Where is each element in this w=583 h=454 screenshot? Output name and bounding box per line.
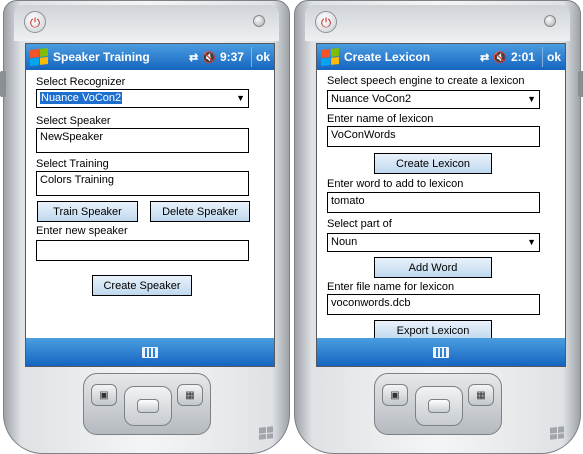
- hardware-nav-pad: ▣ ▦: [374, 373, 502, 435]
- grid-key-icon[interactable]: ▦: [177, 384, 203, 406]
- screen: Create Lexicon ⇄ 🔇 2:01 ok Select speech…: [316, 43, 566, 367]
- chevron-down-icon: ▼: [527, 237, 536, 247]
- file-name-label: Enter file name for lexicon: [327, 281, 455, 293]
- create-lexicon-button[interactable]: Create Lexicon: [374, 153, 492, 174]
- speaker-listbox[interactable]: NewSpeaker: [36, 128, 249, 153]
- keyboard-icon[interactable]: [433, 346, 449, 358]
- dpad[interactable]: [415, 386, 463, 426]
- dpad-center-button[interactable]: [137, 399, 159, 413]
- top-bezel: ⏻: [14, 5, 279, 41]
- engine-label: Select speech engine to create a lexicon: [327, 75, 525, 87]
- engine-dropdown[interactable]: Nuance VoCon2 ▼: [327, 90, 540, 109]
- clock[interactable]: 2:01: [511, 50, 535, 64]
- chevron-down-icon: ▼: [527, 94, 536, 104]
- engine-value: Nuance VoCon2: [331, 93, 412, 105]
- ok-button[interactable]: ok: [541, 47, 565, 67]
- recognizer-value: Nuance VoCon2: [40, 92, 123, 104]
- part-value: Noun: [331, 236, 358, 248]
- screen: Speaker Training ⇄ 🔇 9:37 ok Select Reco…: [25, 43, 275, 367]
- clock[interactable]: 9:37: [220, 50, 244, 64]
- start-menu-icon[interactable]: [30, 48, 48, 66]
- volume-icon[interactable]: 🔇: [493, 51, 507, 64]
- recognizer-label: Select Recognizer: [36, 76, 126, 88]
- device-speaker-training: ⏻ Speaker Training ⇄ 🔇 9:37 ok Select Re…: [0, 0, 290, 454]
- phone-key-icon[interactable]: ▣: [91, 384, 117, 406]
- start-menu-icon[interactable]: [321, 48, 339, 66]
- soft-key-bar: [317, 338, 565, 366]
- speaker-label: Select Speaker: [36, 115, 111, 127]
- status-icons: ⇄ 🔇 9:37: [189, 50, 244, 64]
- file-name-input[interactable]: voconwords.dcb: [327, 294, 540, 315]
- power-icon[interactable]: ⏻: [315, 11, 337, 33]
- recognizer-dropdown[interactable]: Nuance VoCon2 ▼: [36, 89, 249, 108]
- phone-key-icon[interactable]: ▣: [382, 384, 408, 406]
- volume-icon[interactable]: 🔇: [202, 51, 216, 64]
- train-speaker-button[interactable]: Train Speaker: [37, 201, 138, 222]
- add-word-button[interactable]: Add Word: [374, 257, 492, 278]
- part-label: Select part of: [327, 218, 392, 230]
- title-bar: Speaker Training ⇄ 🔇 9:37 ok: [26, 44, 274, 70]
- chevron-down-icon: ▼: [236, 93, 245, 103]
- side-button[interactable]: [0, 71, 6, 97]
- status-icons: ⇄ 🔇 2:01: [480, 50, 535, 64]
- grid-key-icon[interactable]: ▦: [468, 384, 494, 406]
- connectivity-icon[interactable]: ⇄: [480, 51, 489, 64]
- training-listbox[interactable]: Colors Training: [36, 171, 249, 196]
- window-title: Create Lexicon: [344, 50, 431, 64]
- led-indicator: [544, 15, 556, 27]
- new-speaker-input[interactable]: [36, 240, 249, 261]
- keyboard-icon[interactable]: [142, 346, 158, 358]
- device-create-lexicon: ⏻ Create Lexicon ⇄ 🔇 2:01 ok Select spee…: [294, 0, 583, 454]
- window-title: Speaker Training: [53, 50, 150, 64]
- lexicon-name-input[interactable]: VoConWords: [327, 126, 540, 147]
- create-speaker-button[interactable]: Create Speaker: [92, 275, 192, 296]
- form-content: Select Recognizer Nuance VoCon2 ▼ Select…: [26, 70, 274, 338]
- delete-speaker-button[interactable]: Delete Speaker: [150, 201, 250, 222]
- word-label: Enter word to add to lexicon: [327, 178, 464, 190]
- soft-key-bar: [26, 338, 274, 366]
- dpad[interactable]: [124, 386, 172, 426]
- windows-logo-icon: [259, 426, 273, 440]
- dpad-center-button[interactable]: [428, 399, 450, 413]
- power-icon[interactable]: ⏻: [24, 11, 46, 33]
- title-bar: Create Lexicon ⇄ 🔇 2:01 ok: [317, 44, 565, 70]
- ok-button[interactable]: ok: [250, 47, 274, 67]
- windows-logo-icon: [550, 426, 564, 440]
- part-of-speech-dropdown[interactable]: Noun ▼: [327, 233, 540, 252]
- hardware-nav-pad: ▣ ▦: [83, 373, 211, 435]
- side-button[interactable]: [578, 71, 583, 97]
- form-content: Select speech engine to create a lexicon…: [317, 70, 565, 341]
- new-speaker-label: Enter new speaker: [36, 225, 128, 237]
- connectivity-icon[interactable]: ⇄: [189, 51, 198, 64]
- training-label: Select Training: [36, 158, 109, 170]
- led-indicator: [253, 15, 265, 27]
- top-bezel: ⏻: [305, 5, 570, 41]
- word-input[interactable]: tomato: [327, 192, 540, 213]
- lexicon-name-label: Enter name of lexicon: [327, 113, 434, 125]
